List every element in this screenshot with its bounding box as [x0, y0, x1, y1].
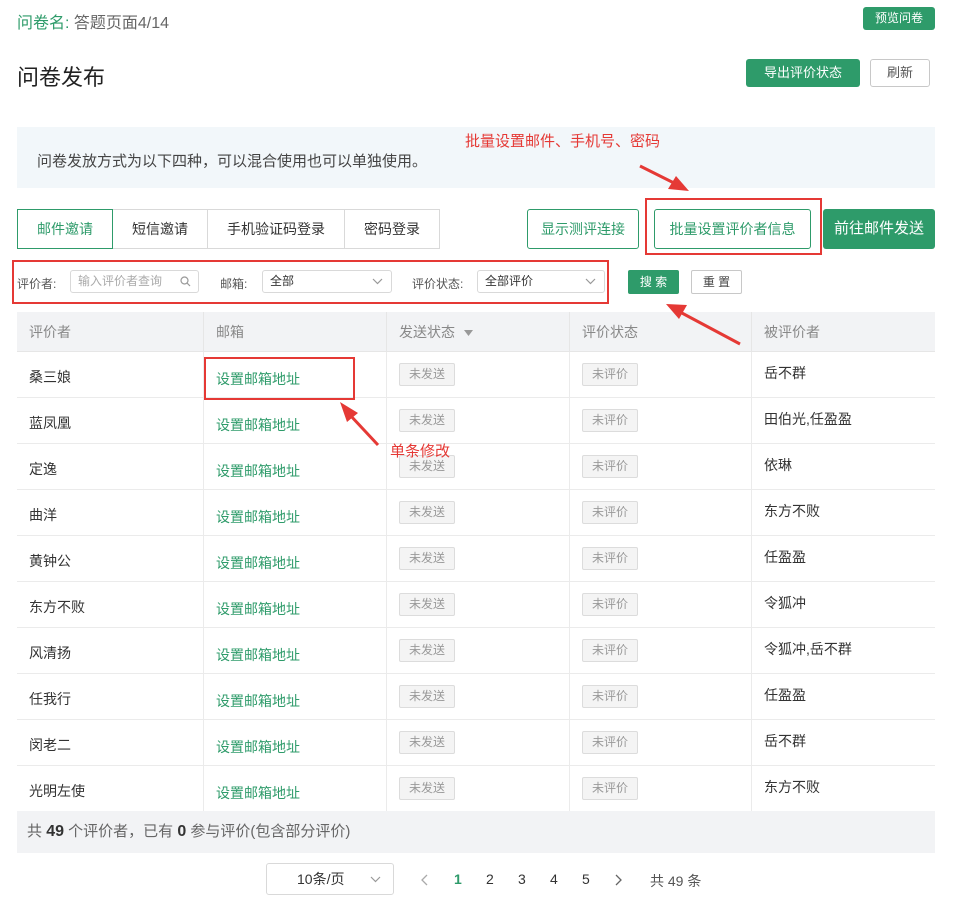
arrow-to-batch-set — [639, 164, 689, 191]
annotation-arrows — [340, 164, 741, 447]
arrow-to-single-edit — [340, 402, 380, 447]
arrow-to-filter — [666, 304, 741, 346]
